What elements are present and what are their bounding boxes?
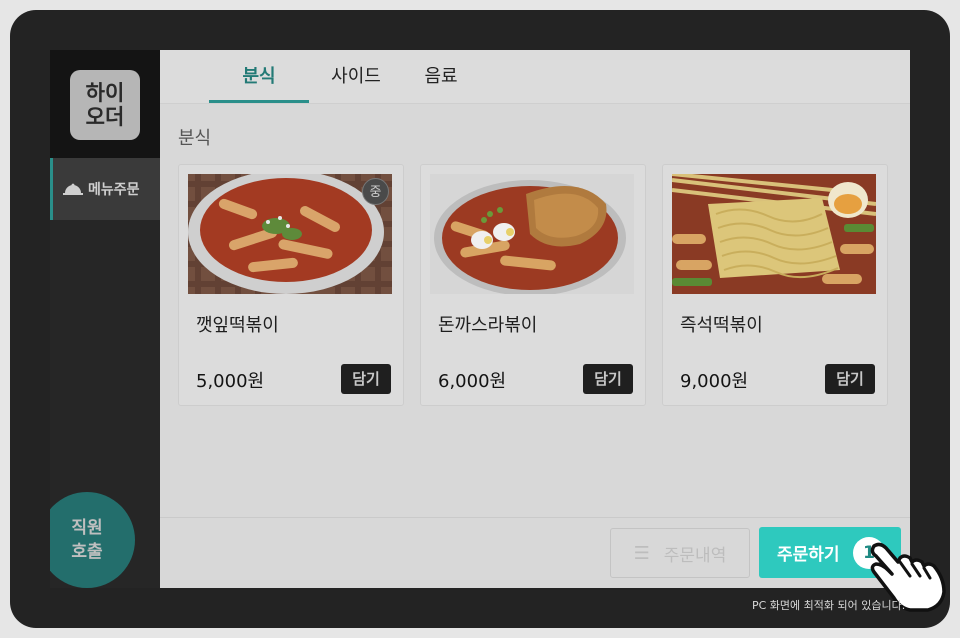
logo-area: 하이 오더 xyxy=(50,50,160,158)
place-order-label: 주문하기 xyxy=(777,545,840,565)
sidebar-item-label: 메뉴주문 xyxy=(88,182,140,198)
size-badge: 중 xyxy=(362,178,389,205)
call-staff-line-1: 직원 xyxy=(71,518,103,538)
pc-optimized-notice: PC 화면에 최적화 되어 있습니다. xyxy=(752,599,906,612)
order-history-label: 주문내역 xyxy=(663,545,727,566)
menu-name: 돈까스라볶이 xyxy=(438,315,538,336)
bottom-action-bar: ☰ 주문내역 주문하기 1 xyxy=(160,517,910,588)
app-screen: 하이 오더 메뉴주문 분식 사이드 음료 분식 중 깻잎떡볶이 5,000원 담… xyxy=(50,50,910,588)
sidebar-item-menu-order[interactable]: 메뉴주문 xyxy=(50,158,160,220)
menu-name: 깻잎떡볶이 xyxy=(196,315,279,336)
list-icon: ☰ xyxy=(633,542,650,564)
call-staff-line-2: 호출 xyxy=(71,542,103,562)
main-content: 분식 사이드 음료 분식 중 깻잎떡볶이 5,000원 담기 돈까스라볶이 6,… xyxy=(160,50,910,588)
add-to-cart-button[interactable]: 담기 xyxy=(341,364,391,394)
menu-card[interactable]: 돈까스라볶이 6,000원 담기 xyxy=(420,164,646,406)
menu-price: 6,000원 xyxy=(438,371,507,392)
active-tab-indicator xyxy=(209,100,309,103)
order-history-button[interactable]: ☰ 주문내역 xyxy=(610,528,750,578)
category-tabs: 분식 사이드 음료 xyxy=(160,50,910,104)
menu-price: 5,000원 xyxy=(196,371,265,392)
tab-drinks[interactable]: 음료 xyxy=(406,50,476,103)
logo-line-2: 오더 xyxy=(85,105,125,129)
menu-image-jeukseok-tteokbokki xyxy=(672,174,876,294)
tab-side[interactable]: 사이드 xyxy=(320,50,392,103)
cloche-icon xyxy=(63,183,83,195)
add-to-cart-button[interactable]: 담기 xyxy=(825,364,875,394)
tab-bunsik[interactable]: 분식 xyxy=(209,50,309,103)
menu-price: 9,000원 xyxy=(680,371,749,392)
add-to-cart-button[interactable]: 담기 xyxy=(583,364,633,394)
section-title: 분식 xyxy=(178,128,212,149)
logo-line-1: 하이 xyxy=(85,81,125,105)
menu-image-donkatsu-rabokki xyxy=(430,174,634,294)
menu-card[interactable]: 중 깻잎떡볶이 5,000원 담기 xyxy=(178,164,404,406)
app-logo: 하이 오더 xyxy=(70,70,140,140)
menu-card[interactable]: 즉석떡볶이 9,000원 담기 xyxy=(662,164,888,406)
menu-name: 즉석떡볶이 xyxy=(680,315,763,336)
